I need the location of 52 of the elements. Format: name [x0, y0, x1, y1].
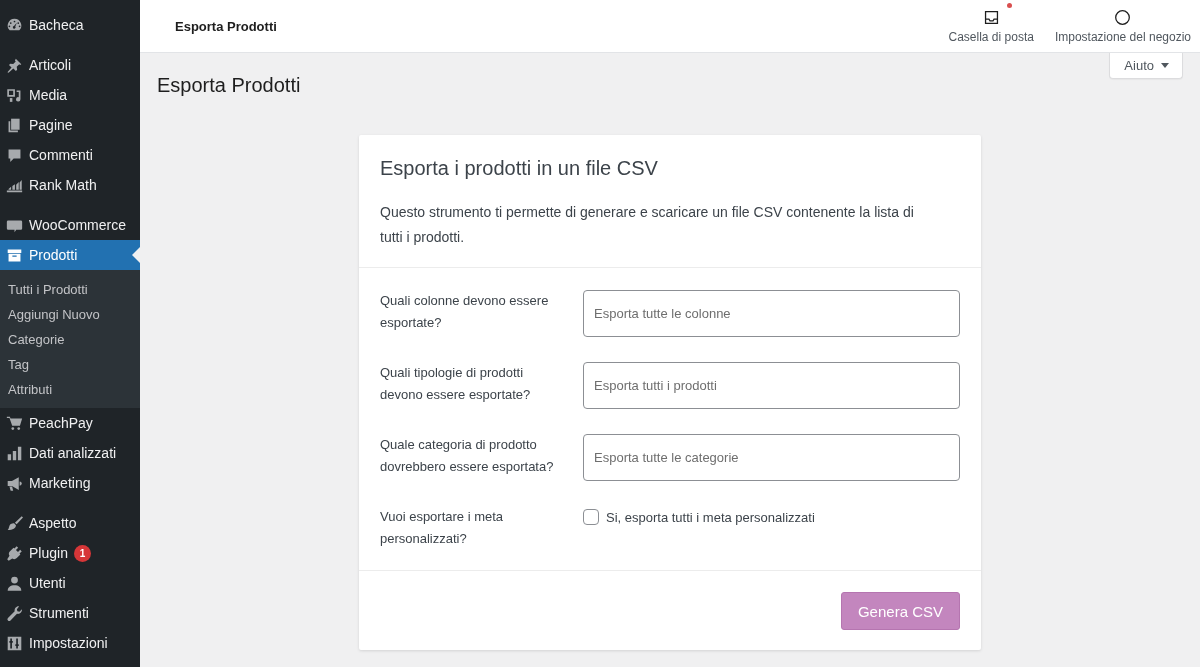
submenu-item[interactable]: Tutti i Prodotti — [0, 277, 140, 302]
sliders-icon — [6, 634, 23, 652]
submenu-item[interactable]: Tag — [0, 352, 140, 377]
user-icon — [6, 574, 23, 592]
cart-icon — [6, 414, 23, 432]
field-label: Vuoi esportare i meta personalizzati? — [380, 508, 505, 548]
sidebar-item[interactable]: Commenti — [0, 140, 140, 170]
sidebar-item[interactable]: Bacheca — [0, 10, 140, 40]
sidebar-item[interactable]: Marketing — [0, 468, 140, 498]
help-button[interactable]: Aiuto — [1109, 53, 1183, 79]
sidebar-item[interactable]: Articoli — [0, 50, 140, 80]
pages-icon — [6, 116, 23, 134]
wrench-icon — [6, 604, 23, 622]
caret-icon — [1161, 63, 1169, 68]
checkbox-label: Si, esporta tutti i meta personalizzati — [606, 509, 815, 525]
sidebar-item[interactable]: Plugin 1 — [0, 538, 140, 568]
sidebar-item[interactable]: Media — [0, 80, 140, 110]
submenu-item[interactable]: Attributi — [0, 377, 140, 402]
toolbar-link[interactable]: Casella di posta — [948, 0, 1034, 52]
sidebar-item[interactable]: Dati analizzati — [0, 438, 140, 468]
input-field[interactable]: Esporta tutte le colonne — [583, 290, 960, 337]
checkbox[interactable] — [583, 509, 599, 525]
sidebar-item[interactable]: Rank Math — [0, 170, 140, 200]
plug-icon — [6, 544, 23, 562]
page-title: Esporta Prodotti — [157, 73, 301, 98]
card-title: Esporta i prodotti in un file CSV — [380, 156, 659, 180]
card-description: Questo strumento ti permette di generare e scaricare un file CSV contenente la lista di tutti i prodotti. — [380, 203, 915, 247]
sidebar-item[interactable]: PeachPay — [0, 408, 140, 438]
media-icon — [6, 86, 23, 104]
field-label: Quali colonne devono essere esportate? — [380, 292, 550, 332]
toolbar-link[interactable]: Impostazione del negozio — [1054, 0, 1191, 52]
sidebar-item[interactable]: WooCommerce — [0, 210, 140, 240]
top-bar-title: Esporta Prodotti — [175, 18, 277, 34]
sidebar-item[interactable]: Pagine — [0, 110, 140, 140]
circle-icon — [1114, 8, 1132, 26]
bar-chart-icon — [6, 444, 23, 462]
submenu-item[interactable]: Aggiungi Nuovo — [0, 302, 140, 327]
input-field[interactable]: Esporta tutte le categorie — [583, 434, 960, 481]
count-badge: 1 — [73, 544, 91, 562]
sidebar-item[interactable]: Prodotti — [0, 240, 140, 270]
megaphone-icon — [6, 474, 23, 492]
sidebar-item[interactable]: Aspetto — [0, 508, 140, 538]
sidebar-item[interactable]: Strumenti — [0, 598, 140, 628]
field-label: Quali tipologie di prodotti devono essere esportate? — [380, 364, 532, 404]
field-label: Quale categoria di prodotto dovrebbero essere esportata? — [380, 436, 555, 476]
paintbrush-icon — [6, 514, 23, 532]
submenu-item[interactable]: Categorie — [0, 327, 140, 352]
pushpin-icon — [6, 56, 23, 74]
sidebar-item[interactable]: Impostazioni — [0, 628, 140, 658]
sidebar-item[interactable]: Utenti — [0, 568, 140, 598]
inbox-tray-icon — [982, 8, 1000, 26]
input-field[interactable]: Esporta tutti i prodotti — [583, 362, 960, 409]
